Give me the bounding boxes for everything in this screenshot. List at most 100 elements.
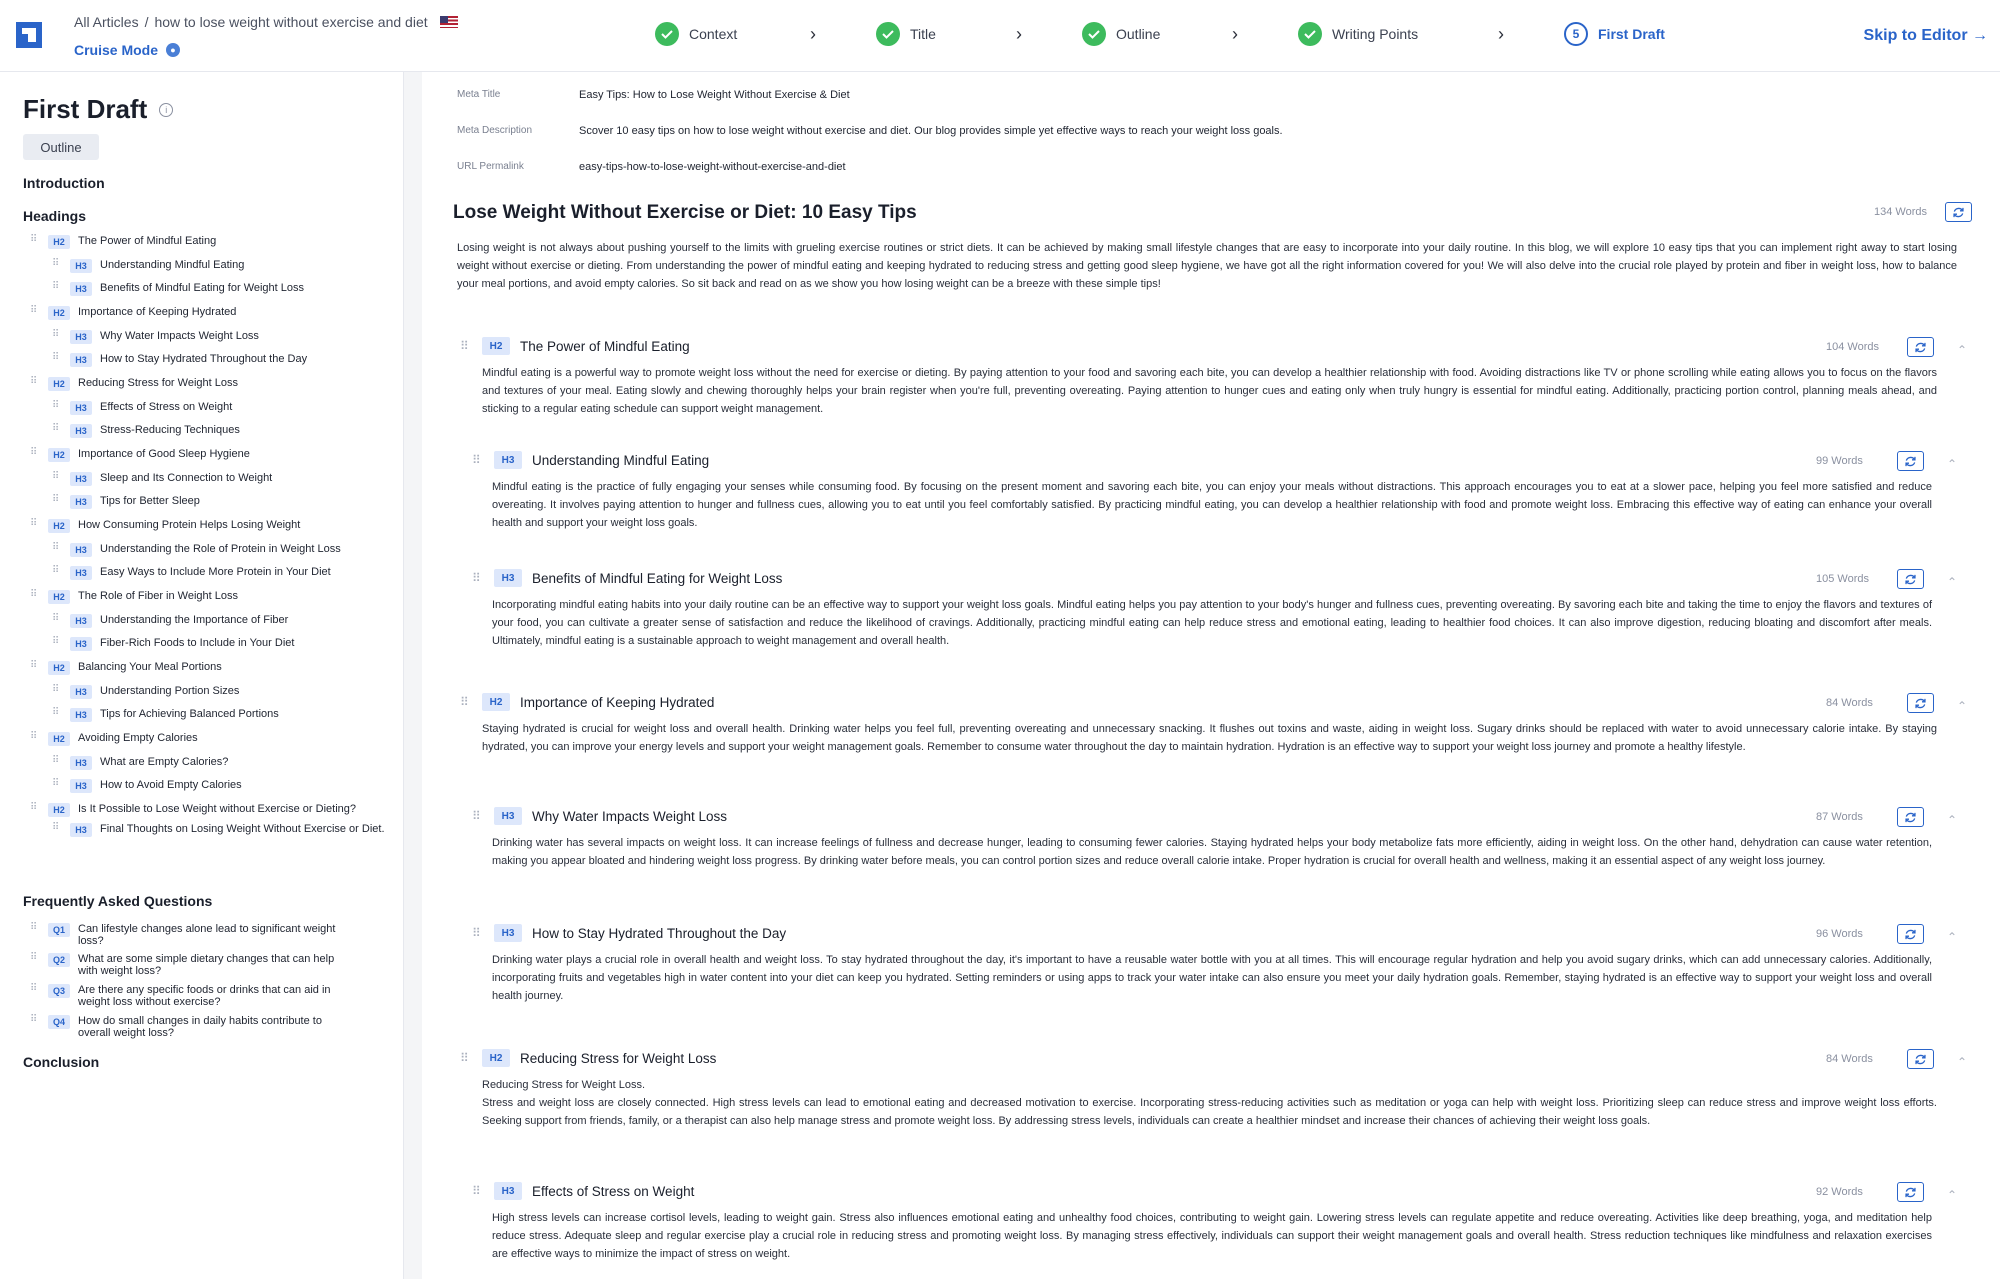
section-paragraph[interactable]: Mindful eating is a powerful way to prom… (482, 364, 1937, 418)
sidebar-faq-item[interactable]: ⠿ Q2 What are some simple dietary changes … (30, 953, 370, 978)
sidebar-heading-item[interactable]: ⠿ H3 What are Empty Calories? (52, 756, 390, 770)
section-heading[interactable]: ⠿ H3 Understanding Mindful Eating (472, 451, 709, 469)
drag-handle-icon[interactable]: ⠿ (30, 803, 40, 813)
sidebar-heading-item[interactable]: ⠿ H3 Effects of Stress on Weight (52, 401, 390, 415)
collapse-caret-icon[interactable]: ⌃ (1947, 813, 1957, 827)
drag-handle-icon[interactable]: ⠿ (52, 708, 62, 718)
breadcrumb-root[interactable]: All Articles (74, 14, 139, 30)
sidebar-heading-item[interactable]: ⠿ H2 Reducing Stress for Weight Loss (30, 377, 390, 391)
drag-handle-icon[interactable]: ⠿ (460, 340, 472, 352)
sidebar-heading-item[interactable]: ⠿ H3 Fiber-Rich Foods to Include in Your D… (52, 637, 390, 651)
drag-handle-icon[interactable]: ⠿ (52, 401, 62, 411)
sidebar-heading-item[interactable]: ⠿ H3 Sleep and Its Connection to Weight (52, 472, 390, 486)
sidebar-heading-item[interactable]: ⠿ H3 Why Water Impacts Weight Loss (52, 330, 390, 344)
section-regenerate-button[interactable] (1897, 807, 1924, 827)
collapse-caret-icon[interactable]: ⌃ (1947, 575, 1957, 589)
section-heading[interactable]: ⠿ H3 How to Stay Hydrated Throughout the D… (472, 924, 786, 942)
section-regenerate-button[interactable] (1907, 693, 1934, 713)
drag-handle-icon[interactable]: ⠿ (52, 259, 62, 269)
sidebar-heading-item[interactable]: ⠿ H3 Tips for Better Sleep (52, 495, 390, 509)
section-regenerate-button[interactable] (1897, 451, 1924, 471)
section-heading[interactable]: ⠿ H3 Why Water Impacts Weight Loss (472, 807, 727, 825)
step-outline[interactable]: Outline (1082, 22, 1232, 46)
info-icon[interactable]: i (159, 102, 174, 117)
sidebar-introduction[interactable]: Introduction (23, 175, 105, 191)
drag-handle-icon[interactable]: ⠿ (30, 306, 40, 316)
sidebar-heading-item[interactable]: ⠿ H2 Importance of Good Sleep Hygiene (30, 448, 390, 462)
step-writing-points[interactable]: Writing Points (1298, 22, 1498, 46)
section-paragraph[interactable]: Drinking water plays a crucial role in o… (492, 951, 1932, 1005)
drag-handle-icon[interactable]: ⠿ (30, 1015, 40, 1025)
drag-handle-icon[interactable]: ⠿ (460, 1052, 472, 1064)
sidebar-heading-item[interactable]: ⠿ H3 How to Avoid Empty Calories (52, 779, 390, 793)
step-title[interactable]: Title (876, 22, 1016, 46)
sidebar-heading-item[interactable]: ⠿ H2 Balancing Your Meal Portions (30, 661, 390, 675)
step-context[interactable]: Context (655, 22, 810, 46)
sidebar-heading-item[interactable]: ⠿ H3 Easy Ways to Include More Protein in … (52, 566, 390, 580)
drag-handle-icon[interactable]: ⠿ (52, 282, 62, 292)
drag-handle-icon[interactable]: ⠿ (52, 637, 62, 647)
sidebar-conclusion[interactable]: Conclusion (23, 1054, 99, 1070)
drag-handle-icon[interactable]: ⠿ (472, 454, 484, 466)
drag-handle-icon[interactable]: ⠿ (460, 696, 472, 708)
section-paragraph[interactable]: Incorporating mindful eating habits into… (492, 596, 1932, 650)
section-paragraph[interactable]: Reducing Stress for Weight Loss. Stress … (482, 1076, 1937, 1130)
drag-handle-icon[interactable]: ⠿ (52, 424, 62, 434)
meta-description-value[interactable]: Scover 10 easy tips on how to lose weigh… (579, 125, 1283, 137)
cruise-info-icon[interactable]: ● (166, 43, 181, 57)
sidebar-faq-item[interactable]: ⠿ Q4 How do small changes in daily habits … (30, 1015, 370, 1040)
regenerate-button[interactable] (1945, 202, 1972, 222)
cruise-mode-toggle[interactable]: Cruise Mode ● (74, 42, 181, 58)
drag-handle-icon[interactable]: ⠿ (30, 448, 40, 458)
drag-handle-icon[interactable]: ⠿ (30, 661, 40, 671)
drag-handle-icon[interactable]: ⠿ (52, 685, 62, 695)
drag-handle-icon[interactable]: ⠿ (30, 235, 40, 245)
drag-handle-icon[interactable]: ⠿ (52, 495, 62, 505)
drag-handle-icon[interactable]: ⠿ (472, 1185, 484, 1197)
collapse-caret-icon[interactable]: ⌃ (1947, 457, 1957, 471)
step-first-draft[interactable]: 5 First Draft (1564, 22, 1665, 46)
section-heading[interactable]: ⠿ H2 The Power of Mindful Eating (460, 337, 690, 355)
sidebar-heading-item[interactable]: ⠿ H2 How Consuming Protein Helps Losing We… (30, 519, 390, 533)
drag-handle-icon[interactable]: ⠿ (52, 353, 62, 363)
drag-handle-icon[interactable]: ⠿ (52, 756, 62, 766)
section-paragraph[interactable]: Mindful eating is the practice of fully … (492, 478, 1932, 532)
skip-to-editor-link[interactable]: Skip to Editor → (1864, 27, 1988, 45)
section-regenerate-button[interactable] (1897, 1182, 1924, 1202)
sidebar-heading-item[interactable]: ⠿ H3 Final Thoughts on Losing Weight Witho… (52, 823, 390, 837)
sidebar-heading-item[interactable]: ⠿ H3 How to Stay Hydrated Throughout the D… (52, 353, 390, 367)
drag-handle-icon[interactable]: ⠿ (472, 810, 484, 822)
section-heading[interactable]: ⠿ H3 Benefits of Mindful Eating for Weight… (472, 569, 782, 587)
drag-handle-icon[interactable]: ⠿ (472, 927, 484, 939)
sidebar-heading-item[interactable]: ⠿ H3 Tips for Achieving Balanced Portions (52, 708, 390, 722)
drag-handle-icon[interactable]: ⠿ (52, 779, 62, 789)
drag-handle-icon[interactable]: ⠿ (30, 923, 40, 933)
drag-handle-icon[interactable]: ⠿ (52, 330, 62, 340)
collapse-caret-icon[interactable]: ⌃ (1947, 930, 1957, 944)
introduction-paragraph[interactable]: Losing weight is not always about pushin… (457, 239, 1957, 293)
sidebar-heading-item[interactable]: ⠿ H3 Understanding the Role of Protein in … (52, 543, 390, 557)
section-regenerate-button[interactable] (1907, 1049, 1934, 1069)
sidebar-heading-item[interactable]: ⠿ H2 The Role of Fiber in Weight Loss (30, 590, 390, 604)
section-regenerate-button[interactable] (1897, 569, 1924, 589)
drag-handle-icon[interactable]: ⠿ (52, 614, 62, 624)
sidebar-heading-item[interactable]: ⠿ H2 Avoiding Empty Calories (30, 732, 390, 746)
section-regenerate-button[interactable] (1907, 337, 1934, 357)
collapse-caret-icon[interactable]: ⌃ (1957, 1055, 1967, 1069)
sidebar-heading-item[interactable]: ⠿ H3 Benefits of Mindful Eating for Weight… (52, 282, 390, 296)
meta-title-value[interactable]: Easy Tips: How to Lose Weight Without Ex… (579, 89, 850, 101)
sidebar-faq-item[interactable]: ⠿ Q1 Can lifestyle changes alone lead to s… (30, 923, 370, 948)
sidebar-faq-item[interactable]: ⠿ Q3 Are there any specific foods or drink… (30, 984, 370, 1009)
drag-handle-icon[interactable]: ⠿ (30, 953, 40, 963)
drag-handle-icon[interactable]: ⠿ (30, 519, 40, 529)
sidebar-heading-item[interactable]: ⠿ H2 The Power of Mindful Eating (30, 235, 390, 249)
section-heading[interactable]: ⠿ H3 Effects of Stress on Weight (472, 1182, 694, 1200)
section-heading[interactable]: ⠿ H2 Reducing Stress for Weight Loss (460, 1049, 716, 1067)
drag-handle-icon[interactable]: ⠿ (30, 590, 40, 600)
url-permalink-value[interactable]: easy-tips-how-to-lose-weight-without-exe… (579, 161, 846, 173)
drag-handle-icon[interactable]: ⠿ (52, 566, 62, 576)
sidebar-heading-item[interactable]: ⠿ H3 Understanding Portion Sizes (52, 685, 390, 699)
sidebar-heading-item[interactable]: ⠿ H3 Understanding the Importance of Fiber (52, 614, 390, 628)
section-regenerate-button[interactable] (1897, 924, 1924, 944)
sidebar-heading-item[interactable]: ⠿ H2 Importance of Keeping Hydrated (30, 306, 390, 320)
